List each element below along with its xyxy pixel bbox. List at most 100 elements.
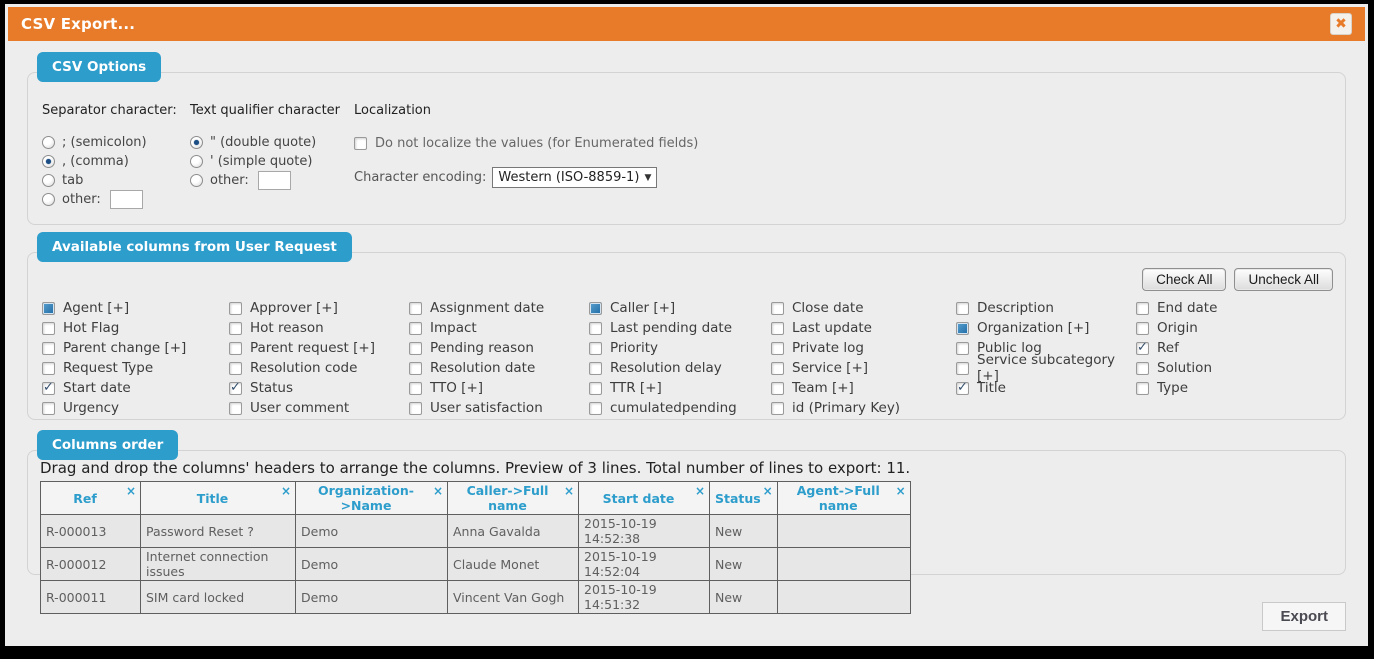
- close-icon[interactable]: ✖: [1330, 13, 1352, 35]
- column-option-approver[interactable]: Approver [+]: [229, 300, 409, 316]
- checkbox-unchecked[interactable]: [589, 322, 602, 335]
- checkbox-unchecked[interactable]: [771, 322, 784, 335]
- qualifier-other-input[interactable]: [258, 171, 291, 190]
- checkbox-checked[interactable]: [956, 382, 969, 395]
- radio-qualifier-simple-quote[interactable]: ' (simple quote): [190, 152, 354, 171]
- column-header-title[interactable]: Title×: [141, 482, 296, 515]
- checkbox-unchecked[interactable]: [229, 362, 242, 375]
- radio-separator-other[interactable]: other:: [42, 190, 190, 209]
- remove-column-icon[interactable]: ×: [433, 484, 443, 498]
- radio-icon[interactable]: [190, 155, 203, 168]
- column-option-ref[interactable]: Ref: [1136, 340, 1331, 356]
- checkbox-unchecked[interactable]: [589, 382, 602, 395]
- column-header-caller-full-name[interactable]: Caller->Full name×: [448, 482, 579, 515]
- checkbox-unchecked[interactable]: [229, 402, 242, 415]
- radio-icon[interactable]: [42, 155, 55, 168]
- column-option-type[interactable]: Type: [1136, 380, 1331, 396]
- checkbox-unchecked[interactable]: [229, 322, 242, 335]
- checkbox-checked[interactable]: [42, 382, 55, 395]
- checkbox-unchecked[interactable]: [42, 342, 55, 355]
- checkbox-unchecked[interactable]: [409, 302, 422, 315]
- column-option-title[interactable]: Title: [956, 380, 1136, 396]
- checkbox-partially-checked[interactable]: [956, 322, 969, 335]
- checkbox-unchecked[interactable]: [1136, 302, 1149, 315]
- column-option-agent[interactable]: Agent [+]: [42, 300, 229, 316]
- column-option-user-comment[interactable]: User comment: [229, 400, 409, 416]
- column-option-urgency[interactable]: Urgency: [42, 400, 229, 416]
- column-header-start-date[interactable]: Start date×: [579, 482, 710, 515]
- column-option-close-date[interactable]: Close date: [771, 300, 956, 316]
- checkbox-unchecked[interactable]: [42, 402, 55, 415]
- checkbox-unchecked[interactable]: [956, 342, 969, 355]
- column-option-end-date[interactable]: End date: [1136, 300, 1331, 316]
- radio-separator-comma[interactable]: , (comma): [42, 152, 190, 171]
- checkbox-partially-checked[interactable]: [589, 302, 602, 315]
- remove-column-icon[interactable]: ×: [763, 484, 773, 498]
- column-option-resolution-code[interactable]: Resolution code: [229, 360, 409, 376]
- checkbox-unchecked[interactable]: [42, 362, 55, 375]
- column-option-service[interactable]: Service [+]: [771, 360, 956, 376]
- column-option-organization[interactable]: Organization [+]: [956, 320, 1136, 336]
- checkbox-unchecked[interactable]: [771, 402, 784, 415]
- column-option-impact[interactable]: Impact: [409, 320, 589, 336]
- uncheck-all-button[interactable]: Uncheck All: [1234, 268, 1333, 291]
- checkbox-unchecked[interactable]: [409, 322, 422, 335]
- checkbox-unchecked[interactable]: [589, 342, 602, 355]
- checkbox-unchecked[interactable]: [1136, 382, 1149, 395]
- checkbox-unchecked[interactable]: [589, 362, 602, 375]
- column-option-assignment-date[interactable]: Assignment date: [409, 300, 589, 316]
- column-header-ref[interactable]: Ref×: [41, 482, 141, 515]
- checkbox-unchecked[interactable]: [1136, 362, 1149, 375]
- radio-qualifier-double-quote[interactable]: " (double quote): [190, 133, 354, 152]
- column-option-tto[interactable]: TTO [+]: [409, 380, 589, 396]
- column-option-team[interactable]: Team [+]: [771, 380, 956, 396]
- checkbox-unchecked[interactable]: [229, 342, 242, 355]
- radio-separator-semicolon[interactable]: ; (semicolon): [42, 133, 190, 152]
- radio-icon[interactable]: [42, 174, 55, 187]
- column-header-organization-name[interactable]: Organization->Name×: [296, 482, 448, 515]
- column-option-cumulatedpending[interactable]: cumulatedpending: [589, 400, 771, 416]
- column-option-status[interactable]: Status: [229, 380, 409, 396]
- checkbox-checked[interactable]: [229, 382, 242, 395]
- checkbox-unchecked[interactable]: [229, 302, 242, 315]
- column-option-pending-reason[interactable]: Pending reason: [409, 340, 589, 356]
- localize-checkbox-row[interactable]: Do not localize the values (for Enumerat…: [354, 134, 1331, 153]
- column-option-request-type[interactable]: Request Type: [42, 360, 229, 376]
- column-option-start-date[interactable]: Start date: [42, 380, 229, 396]
- checkbox-unchecked[interactable]: [409, 362, 422, 375]
- radio-qualifier-other[interactable]: other:: [190, 171, 354, 190]
- column-option-description[interactable]: Description: [956, 300, 1136, 316]
- column-option-solution[interactable]: Solution: [1136, 360, 1331, 376]
- column-option-priority[interactable]: Priority: [589, 340, 771, 356]
- remove-column-icon[interactable]: ×: [126, 484, 136, 498]
- column-option-hot-flag[interactable]: Hot Flag: [42, 320, 229, 336]
- remove-column-icon[interactable]: ×: [564, 484, 574, 498]
- separator-other-input[interactable]: [110, 190, 143, 209]
- column-option-origin[interactable]: Origin: [1136, 320, 1331, 336]
- checkbox-unchecked[interactable]: [956, 302, 969, 315]
- column-option-last-update[interactable]: Last update: [771, 320, 956, 336]
- column-option-private-log[interactable]: Private log: [771, 340, 956, 356]
- column-option-ttr[interactable]: TTR [+]: [589, 380, 771, 396]
- column-header-status[interactable]: Status×: [710, 482, 778, 515]
- column-option-user-satisfaction[interactable]: User satisfaction: [409, 400, 589, 416]
- radio-separator-tab[interactable]: tab: [42, 171, 190, 190]
- checkbox-unchecked[interactable]: [1136, 322, 1149, 335]
- column-option-hot-reason[interactable]: Hot reason: [229, 320, 409, 336]
- checkbox-unchecked[interactable]: [771, 342, 784, 355]
- column-option-id-primary-key[interactable]: id (Primary Key): [771, 400, 956, 416]
- column-option-caller[interactable]: Caller [+]: [589, 300, 771, 316]
- check-all-button[interactable]: Check All: [1142, 268, 1226, 291]
- checkbox-unchecked[interactable]: [409, 402, 422, 415]
- column-option-parent-request[interactable]: Parent request [+]: [229, 340, 409, 356]
- encoding-select[interactable]: Western (ISO-8859-1) ▼: [492, 167, 657, 188]
- radio-icon[interactable]: [42, 136, 55, 149]
- checkbox-unchecked[interactable]: [956, 362, 969, 375]
- checkbox-unchecked[interactable]: [771, 362, 784, 375]
- export-button[interactable]: Export: [1262, 602, 1346, 631]
- checkbox-unchecked[interactable]: [771, 382, 784, 395]
- remove-column-icon[interactable]: ×: [281, 484, 291, 498]
- checkbox-unchecked[interactable]: [409, 382, 422, 395]
- localize-checkbox[interactable]: [354, 137, 367, 150]
- checkbox-checked[interactable]: [1136, 342, 1149, 355]
